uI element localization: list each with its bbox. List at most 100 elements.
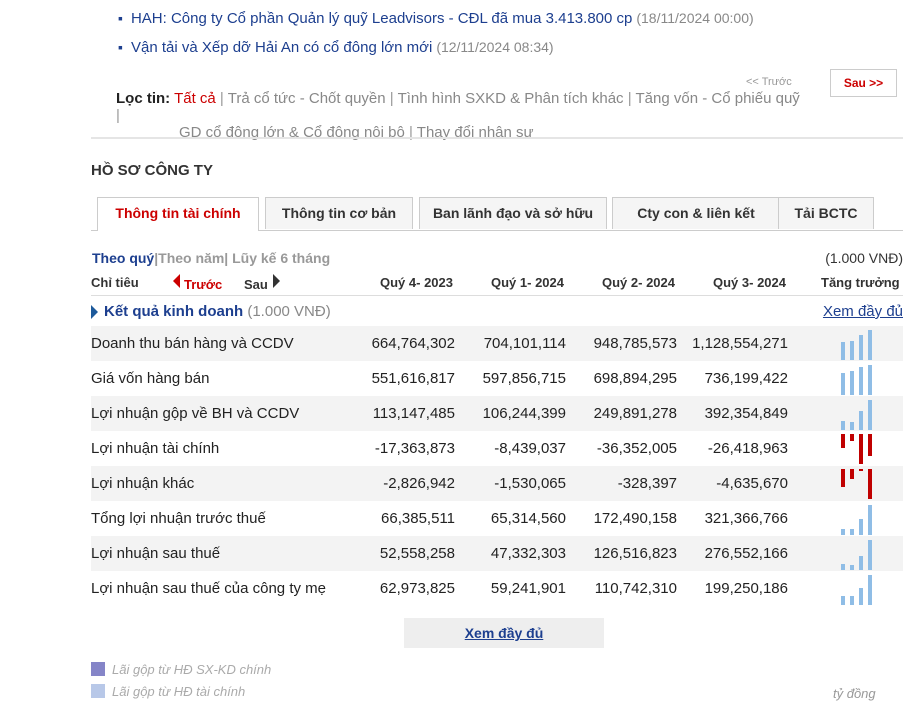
legend-swatch (91, 684, 105, 698)
sparkline-bar (868, 505, 872, 535)
sparkline-bar (850, 565, 854, 570)
growth-sparkline[interactable] (839, 571, 873, 606)
news-time: (12/11/2024 08:34) (436, 39, 554, 55)
row-value: 126,516,823 (593, 545, 677, 562)
sparkline-bar (859, 469, 863, 471)
sparkline-bar (859, 411, 863, 430)
row-value: -26,418,963 (707, 440, 788, 457)
row-value: 392,354,849 (704, 405, 788, 422)
row-value: 59,241,901 (490, 580, 566, 597)
prev-period-link[interactable]: Trước (184, 277, 222, 292)
table-row: Tổng lợi nhuận trước thuế 66,385,511 65,31… (91, 501, 903, 536)
col-quarter: Quý 2- 2024 (602, 275, 675, 290)
tab-financial-info[interactable]: Thông tin tài chính (97, 197, 259, 231)
news-item: ▪ Vận tải và Xếp dỡ Hải An có cổ đông lớn… (118, 39, 554, 57)
arrow-left-icon[interactable] (173, 274, 180, 288)
row-label: Tổng lợi nhuận trước thuế (91, 510, 266, 527)
row-value: 66,385,511 (381, 510, 455, 527)
sparkline-bar (850, 469, 854, 479)
table-row: Lợi nhuận khác -2,826,942 -1,530,065 -328,3… (91, 466, 903, 501)
tab-bar: Thông tin tài chính Thông tin cơ bản Ban… (91, 197, 903, 231)
row-value: 62,973,825 (379, 580, 455, 597)
period-selector: Theo quý|Theo năm| Lũy kế 6 tháng (92, 250, 331, 266)
sparkline-bar (859, 556, 863, 570)
tab-subsidiaries[interactable]: Cty con & liên kết (612, 197, 780, 229)
unit-caption: tỷ đồng (833, 686, 876, 701)
row-value: -1,530,065 (494, 475, 566, 492)
sparkline-bar (850, 341, 854, 360)
row-value: -8,439,037 (494, 440, 566, 457)
period-quarter[interactable]: Theo quý (92, 250, 154, 266)
row-value: 597,856,715 (482, 370, 566, 387)
tab-download-bctc[interactable]: Tải BCTC (778, 197, 874, 229)
filter-all[interactable]: Tất cả (174, 90, 216, 107)
divider (91, 137, 903, 139)
sparkline-bar (859, 519, 863, 535)
sparkline-bar (841, 469, 845, 487)
news-link[interactable]: HAH: Công ty Cổ phần Quản lý quỹ Leadvis… (131, 10, 632, 27)
row-value: 698,894,295 (593, 370, 677, 387)
next-page-button[interactable]: Sau >> (830, 69, 897, 97)
row-label: Lợi nhuận tài chính (91, 440, 220, 457)
row-value: 249,891,278 (593, 405, 677, 422)
growth-sparkline[interactable] (839, 326, 873, 361)
sparkline-bar (859, 434, 863, 464)
row-value: 113,147,485 (372, 405, 455, 422)
news-link[interactable]: Vận tải và Xếp dỡ Hải An có cổ đông lớn … (131, 39, 432, 56)
row-value: 106,244,399 (482, 405, 566, 422)
row-label: Doanh thu bán hàng và CCDV (91, 335, 294, 352)
sparkline-bar (841, 434, 845, 448)
growth-sparkline[interactable] (839, 396, 873, 431)
row-label: Lợi nhuận khác (91, 475, 195, 492)
table-header: Chỉ tiêu Trước Sau Quý 4- 2023 Quý 1- 20… (91, 271, 903, 296)
col-quarter: Quý 4- 2023 (380, 275, 453, 290)
table-row: Doanh thu bán hàng và CCDV 664,764,302 704… (91, 326, 903, 361)
growth-sparkline[interactable] (839, 466, 873, 501)
filter-business[interactable]: Tình hình SXKD & Phân tích khác (398, 90, 624, 107)
sparkline-bar (841, 342, 845, 360)
unit-label: (1.000 VNĐ) (825, 250, 903, 266)
row-value: 664,764,302 (371, 335, 455, 352)
tab-basic-info[interactable]: Thông tin cơ bản (265, 197, 413, 229)
news-item: ▪ HAH: Công ty Cổ phần Quản lý quỹ Leadvi… (118, 10, 754, 28)
sparkline-bar (841, 373, 845, 395)
sparkline-bar (868, 540, 872, 570)
growth-sparkline[interactable] (839, 361, 873, 396)
tab-management[interactable]: Ban lãnh đạo và sở hữu (419, 197, 607, 229)
row-value: -36,352,005 (596, 440, 677, 457)
section-header: Kết quả kinh doanh (1.000 VNĐ) Xem đầy đ… (91, 300, 903, 324)
sparkline-bar (841, 596, 845, 605)
sparkline-bar (850, 422, 854, 430)
row-value: 321,366,766 (704, 510, 788, 527)
sparkline-bar (868, 434, 872, 456)
news-time: (18/11/2024 00:00) (636, 10, 754, 26)
growth-sparkline[interactable] (839, 431, 873, 466)
row-value: -4,635,670 (716, 475, 788, 492)
sparkline-bar (868, 575, 872, 605)
table-row: Lợi nhuận gộp về BH và CCDV 113,147,485 10… (91, 396, 903, 431)
period-cumulative[interactable]: Lũy kế 6 tháng (232, 250, 330, 266)
sparkline-bar (868, 365, 872, 395)
sparkline-bar (850, 434, 854, 441)
period-year[interactable]: Theo năm (158, 250, 224, 266)
col-label: Chỉ tiêu (91, 275, 139, 290)
sparkline-bar (850, 529, 854, 535)
bullet-icon: ▪ (118, 39, 123, 55)
see-all-button[interactable]: Xem đầy đủ (404, 618, 604, 648)
growth-sparkline[interactable] (839, 536, 873, 571)
see-all-link[interactable]: Xem đầy đủ (823, 303, 903, 320)
row-value: 199,250,186 (704, 580, 788, 597)
next-period-link[interactable]: Sau (244, 277, 268, 292)
row-value: 704,101,114 (483, 335, 566, 352)
sparkline-bar (841, 529, 845, 535)
col-growth: Tăng trưởng (821, 275, 900, 290)
row-label: Giá vốn hàng bán (91, 370, 210, 387)
filter-capital[interactable]: Tăng vốn - Cổ phiếu quỹ (636, 90, 800, 107)
prev-page-link[interactable]: << Trước (746, 76, 792, 88)
row-value: -328,397 (617, 475, 677, 492)
triangle-icon (91, 305, 98, 319)
filter-dividend[interactable]: Trả cổ tức - Chốt quyền (228, 90, 386, 107)
sparkline-bar (841, 564, 845, 570)
arrow-right-icon[interactable] (273, 274, 280, 288)
growth-sparkline[interactable] (839, 501, 873, 536)
